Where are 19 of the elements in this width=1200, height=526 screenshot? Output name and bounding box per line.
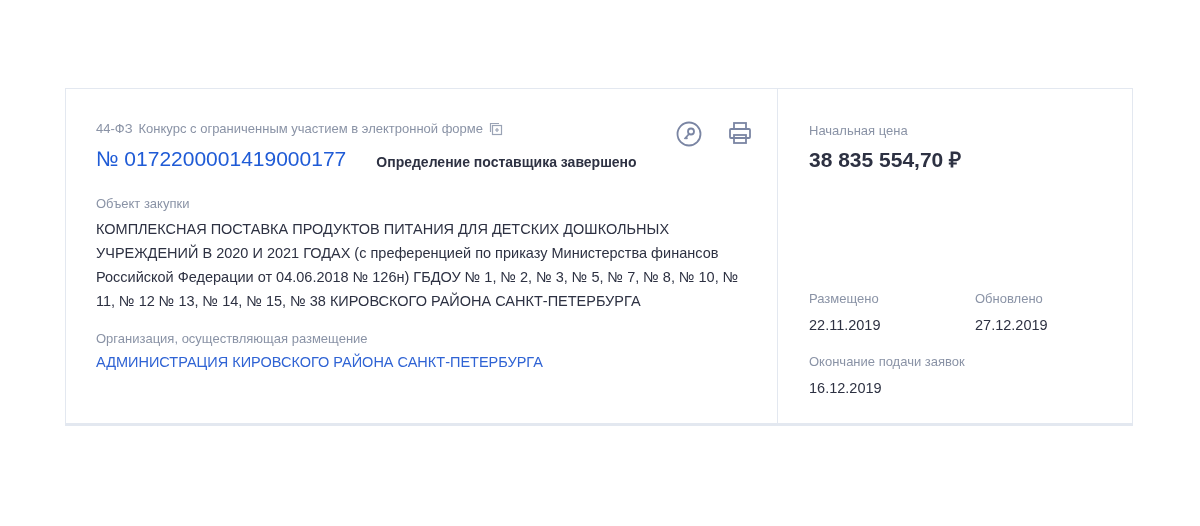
key-icon[interactable] <box>676 121 702 147</box>
date-value: 27.12.2019 <box>975 315 1049 335</box>
law-label: 44-ФЗ <box>96 120 133 138</box>
procurement-object-text: КОМПЛЕКСНАЯ ПОСТАВКА ПРОДУКТОВ ПИТАНИЯ ДЛЯ ДЕТСКИХ ДОШКОЛЬНЫХ УЧРЕЖДЕНИЙ В 2020 И 2021 ГОДАХ (с преференцией по приказу Министерства финансов Российской Федерации от 04.06.2018 № 126н) ГБДОУ № 1, № 2, № 3, № 5, № 7, № 8, № 10, № 11, № 12 № 13, № 14, № 15, № 38 КИРОВСКОГО РАЙОНА САНКТ-ПЕТЕРБУРГА <box>96 219 740 311</box>
date-value: 22.11.2019 <box>809 315 882 335</box>
price-value: 38 835 554,70 ₽ <box>809 146 963 173</box>
field-label: Организация, осуществляющая размещение <box>96 329 369 348</box>
date-value: 16.12.2019 <box>809 378 883 398</box>
procurement-method: Конкурс с ограниченным участием в электронной форме <box>138 120 483 138</box>
date-label: Окончание подачи заявок <box>809 353 966 372</box>
organization-link[interactable]: АДМИНИСТРАЦИЯ КИРОВСКОГО РАЙОНА САНКТ-ПЕТЕРБУРГА <box>96 352 757 374</box>
copy-icon[interactable] <box>489 121 503 136</box>
field-label: Начальная цена <box>809 122 909 140</box>
date-label: Обновлено <box>975 290 1044 308</box>
field-label: Объект закупки <box>96 195 191 213</box>
date-label: Размещено <box>809 290 880 308</box>
procurement-number-link[interactable]: № 0172200001419000177 <box>96 142 347 174</box>
print-icon[interactable] <box>728 121 752 145</box>
status-text: Определение поставщика завершено <box>376 153 637 172</box>
